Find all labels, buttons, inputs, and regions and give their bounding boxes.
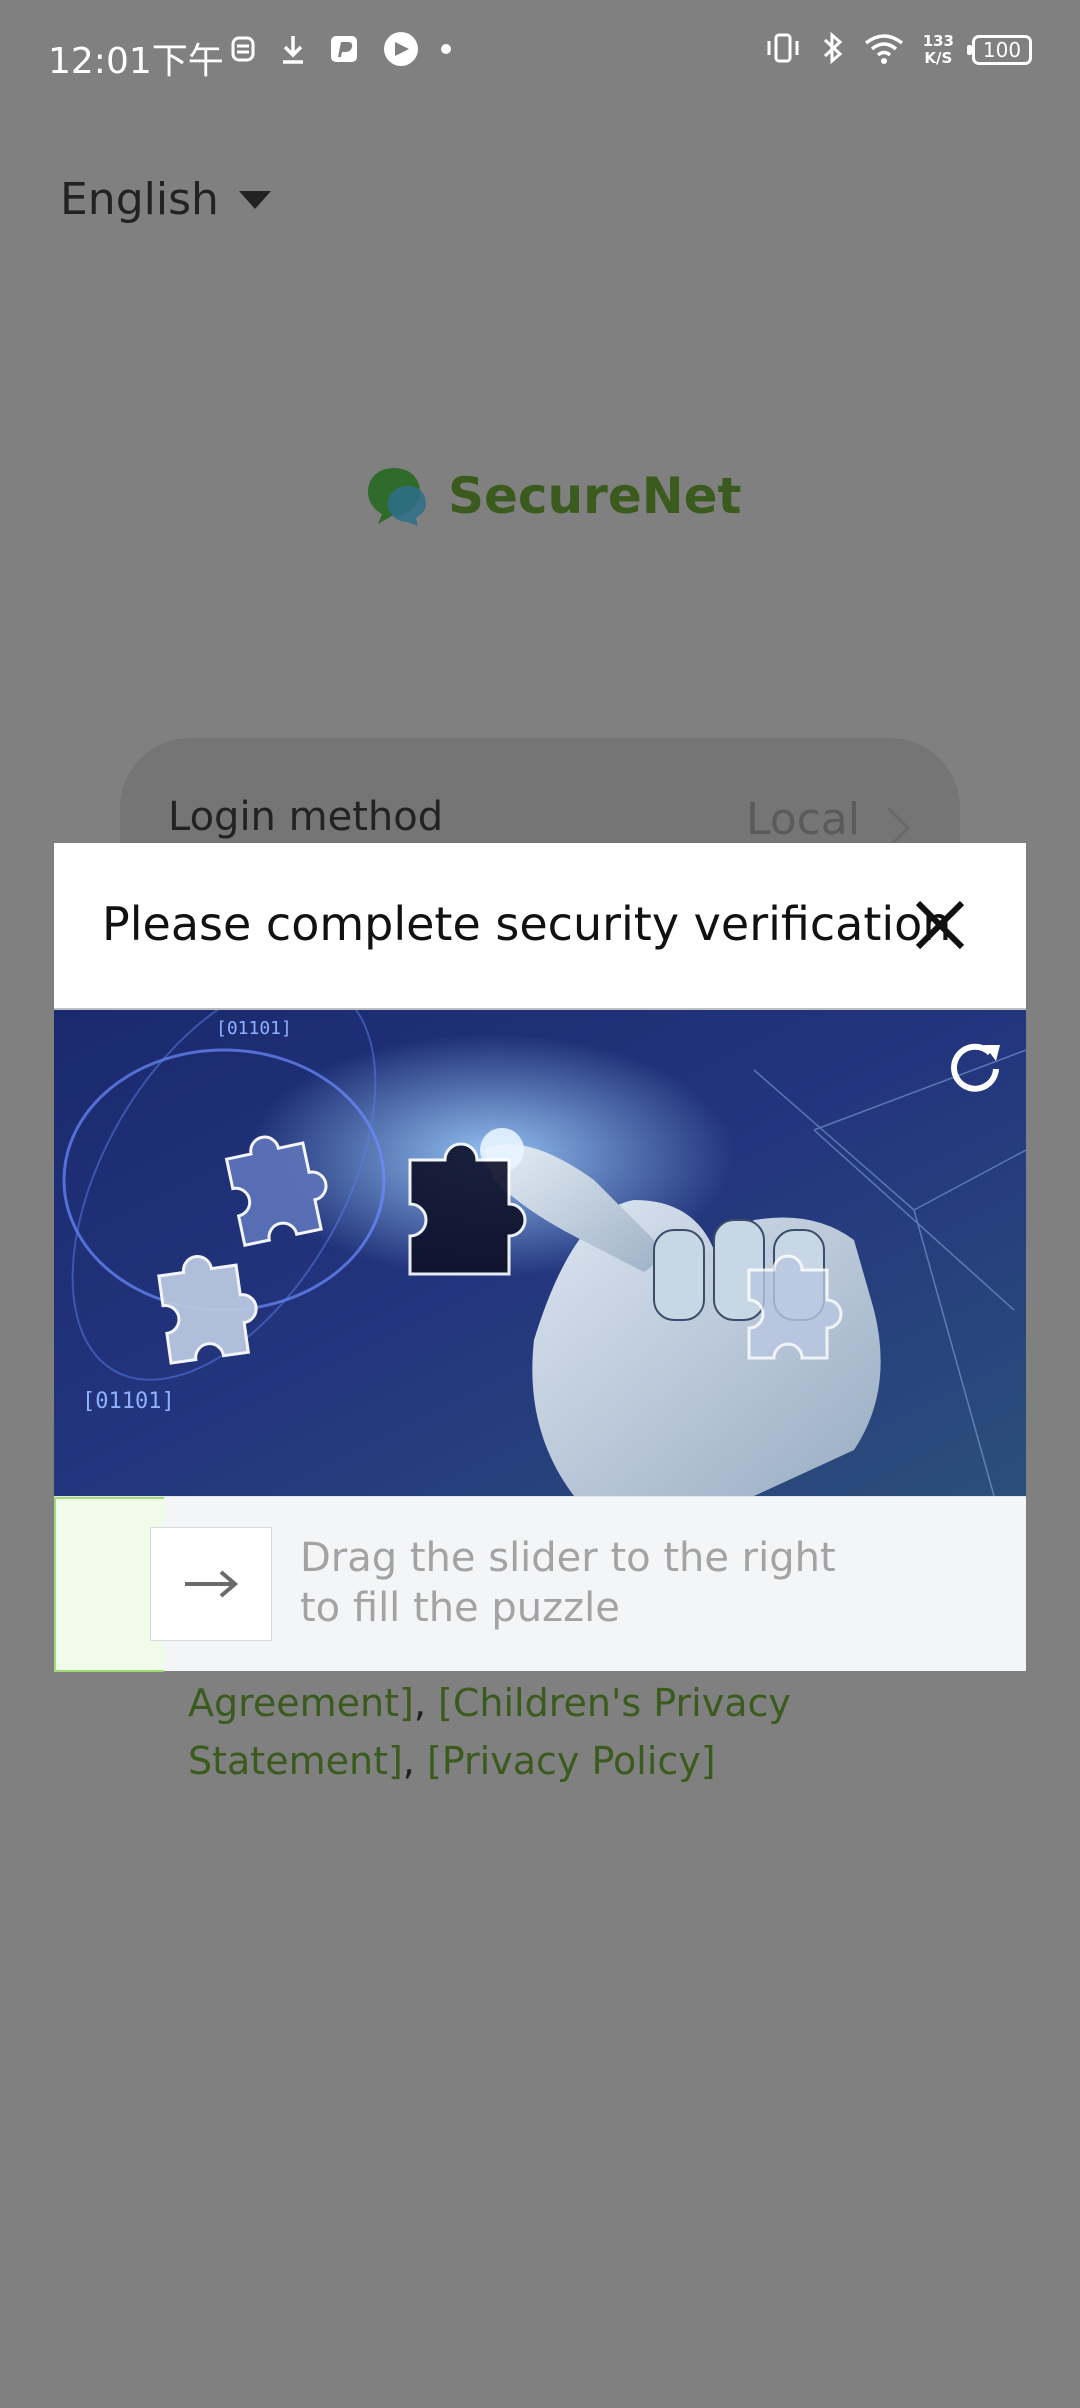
app-circle-icon	[382, 30, 420, 68]
agreement-link[interactable]: Agreement]	[188, 1681, 414, 1725]
security-verification-dialog: Please complete security verification [0…	[54, 843, 1026, 1672]
slider-progress-fill	[54, 1497, 164, 1672]
screen: 12:01下午 133 K/S 100 English SecureNet Lo…	[0, 0, 1080, 2408]
status-time: 12:01下午	[48, 41, 224, 82]
separator-1: ,	[413, 1681, 439, 1725]
battery-indicator: 100	[967, 35, 1032, 65]
network-speed-value: 133	[922, 32, 954, 50]
notification-bot-icon	[228, 32, 258, 66]
login-method-value: Local	[745, 794, 860, 845]
paypal-icon	[328, 32, 362, 66]
status-left-icons	[228, 30, 452, 68]
language-label: English	[60, 174, 219, 225]
battery-level: 100	[982, 38, 1022, 62]
caret-down-icon	[238, 190, 271, 209]
separator-2: ,	[402, 1739, 427, 1783]
brand-name: SecureNet	[448, 467, 742, 525]
refresh-icon[interactable]	[944, 1035, 1006, 1097]
image-binary-text-1: [01101]	[82, 1389, 175, 1414]
puzzle-image: [01101] [01101]	[54, 1010, 1026, 1496]
dialog-title: Please complete security verification	[102, 897, 952, 951]
brand-logo: SecureNet	[364, 464, 741, 528]
download-icon	[278, 32, 308, 66]
vibrate-icon	[763, 31, 803, 69]
status-bar: 12:01下午 133 K/S 100	[0, 0, 1080, 110]
privacy-policy-link[interactable]: [Privacy Policy]	[427, 1739, 716, 1783]
slider-track: Drag the slider to the right to fill the…	[54, 1496, 1026, 1672]
more-dot-icon	[440, 43, 452, 55]
slider-hint: Drag the slider to the right to fill the…	[300, 1535, 836, 1631]
network-speed-unit: K/S	[924, 49, 953, 67]
image-binary-text-2: [01101]	[216, 1018, 292, 1039]
dialog-header: Please complete security verification	[54, 843, 1026, 1010]
agreement-text: Agreement], [Children's Privacy Statemen…	[188, 1674, 888, 1790]
bluetooth-icon	[821, 30, 845, 70]
close-icon[interactable]	[910, 895, 970, 955]
childrens-privacy-link-2[interactable]: Statement]	[188, 1739, 403, 1783]
arrow-right-icon	[185, 1570, 239, 1598]
login-method-label: Login method	[168, 794, 444, 840]
childrens-privacy-link-1[interactable]: [Children's Privacy	[438, 1681, 791, 1725]
language-selector[interactable]: English	[60, 174, 271, 225]
slider-handle[interactable]	[150, 1527, 272, 1641]
chat-bubbles-icon	[364, 464, 432, 528]
status-right-icons: 133 K/S 100	[763, 30, 1032, 70]
network-speed: 133 K/S	[923, 33, 954, 67]
wifi-icon	[863, 31, 905, 69]
